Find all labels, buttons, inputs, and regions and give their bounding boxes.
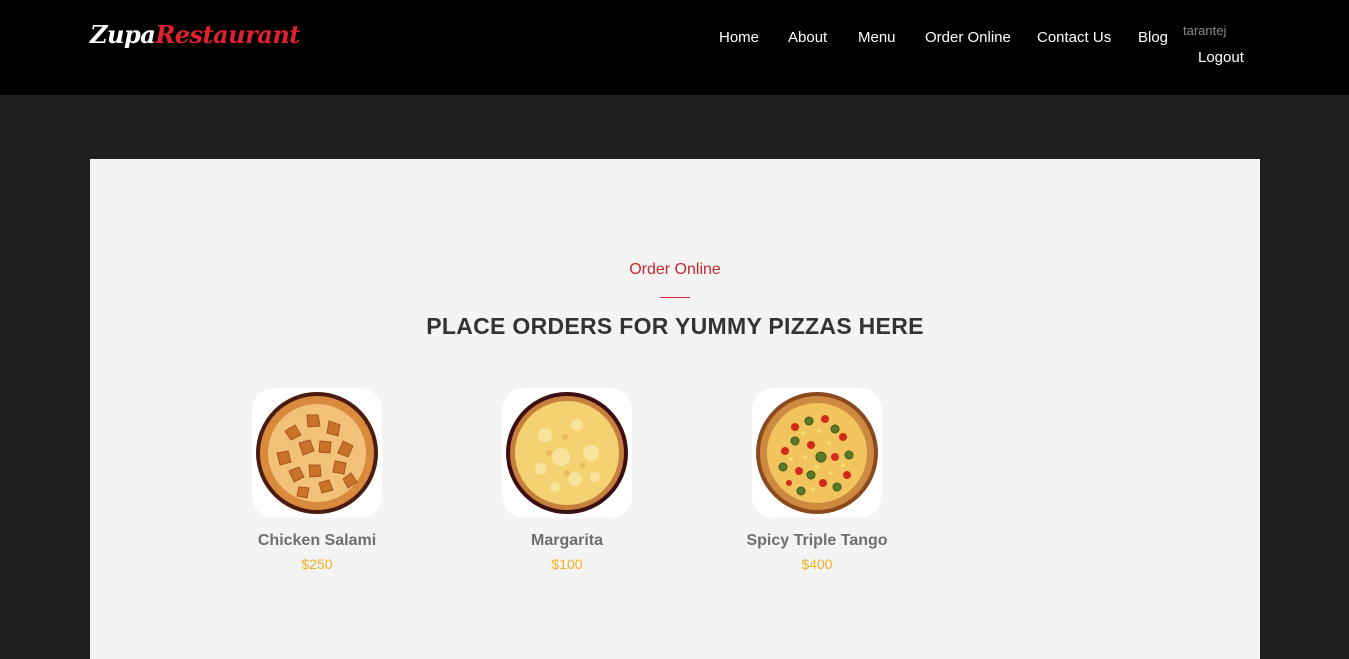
menu-item-chicken-salami[interactable]: Chicken Salami $250 (217, 388, 417, 572)
nav-home[interactable]: Home (719, 29, 759, 46)
chicken-salami-pizza-icon (256, 392, 378, 514)
section-divider (660, 297, 690, 298)
menu-item-spicy-triple-tango[interactable]: Spicy Triple Tango $400 (717, 388, 917, 572)
logo[interactable]: ZupaRestaurant (90, 20, 300, 49)
menu-item-name: Spicy Triple Tango (746, 532, 888, 549)
section-subtitle: Order Online (629, 261, 721, 278)
menu-item-image[interactable] (252, 388, 382, 518)
menu-item-price: $100 (551, 556, 583, 572)
logo-text-restaurant: Restaurant (155, 20, 300, 49)
nav-blog[interactable]: Blog (1138, 29, 1168, 46)
username-label: tarantej (1183, 23, 1227, 38)
menu-item-image[interactable] (752, 388, 882, 518)
margarita-pizza-icon (506, 392, 628, 514)
menu-item-price: $250 (301, 556, 333, 572)
logo-text-zupa: Zupa (90, 20, 156, 49)
logout-link[interactable]: Logout (1198, 49, 1244, 66)
nav-about[interactable]: About (788, 29, 827, 46)
nav-order-online[interactable]: Order Online (925, 29, 1011, 46)
menu-item-name: Margarita (530, 532, 604, 549)
nav-menu[interactable]: Menu (858, 29, 896, 46)
menu-item-margarita[interactable]: Margarita $100 (467, 388, 667, 572)
menu-item-image[interactable] (502, 388, 632, 518)
top-navbar: ZupaRestaurant Home About Menu Order Onl… (0, 0, 1349, 95)
section-title: PLACE ORDERS FOR YUMMY PIZZAS HERE (426, 313, 924, 339)
menu-item-price: $400 (801, 556, 833, 572)
spicy-triple-tango-pizza-icon (756, 392, 878, 514)
nav-contact-us[interactable]: Contact Us (1037, 29, 1111, 46)
order-online-section: Order Online PLACE ORDERS FOR YUMMY PIZZ… (90, 159, 1260, 659)
menu-item-name: Chicken Salami (257, 532, 377, 549)
